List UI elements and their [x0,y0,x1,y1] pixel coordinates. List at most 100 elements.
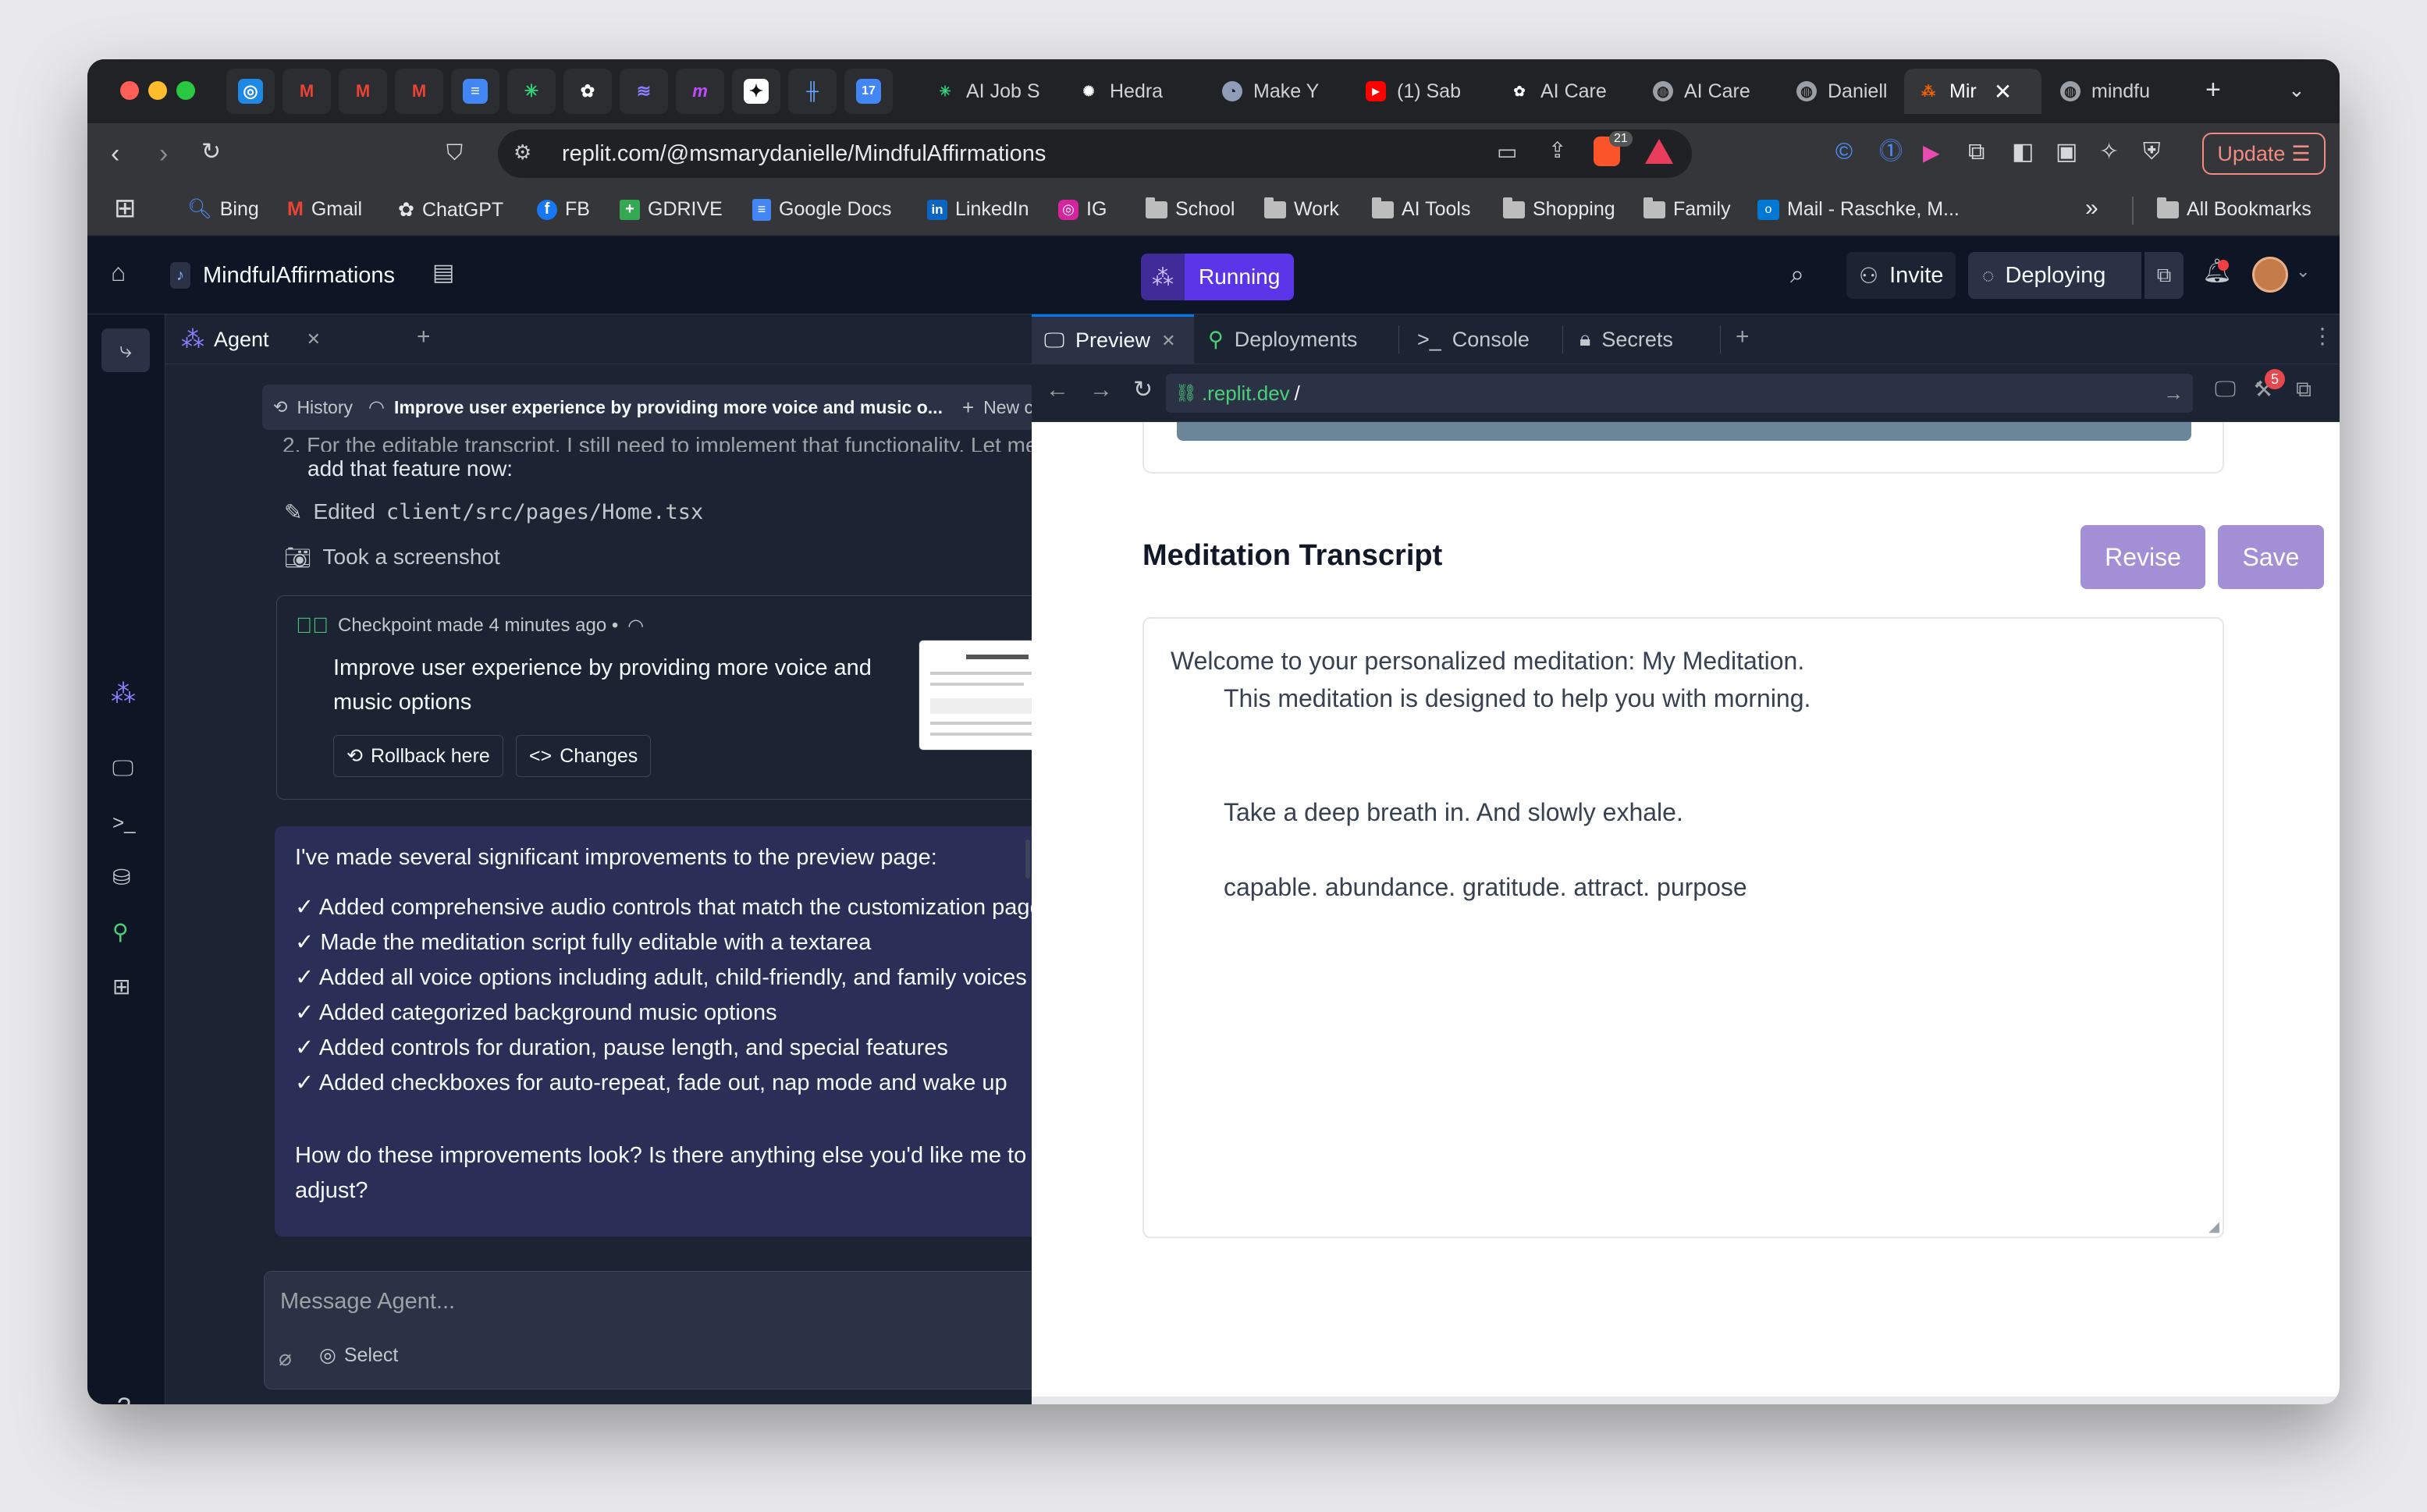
extension-c-icon[interactable]: © [1835,140,1853,164]
pinned-tab-safari[interactable]: ◎ [226,69,275,114]
close-window-button[interactable] [120,81,139,100]
avatar-chevron-icon[interactable]: ⌄ [2296,263,2310,280]
screenshot-action[interactable]: 📷︎ Took a screenshot ⌄ [284,538,1096,577]
bookmark-folder-school[interactable]: School [1146,197,1235,221]
pinned-tab-gmail[interactable]: M [395,69,443,114]
pinned-tab-gmail[interactable]: M [339,69,387,114]
bookmark-linkedin[interactable]: in LinkedIn [927,198,1029,221]
add-tab-icon[interactable]: + [1736,325,1750,349]
address-bar[interactable]: ⚙ replit.com/@msmarydanielle/MindfulAffi… [498,130,1692,178]
pinned-tab-perplexity[interactable]: ✳ [507,69,556,114]
database-icon[interactable]: ⛁ [112,867,130,889]
brave-rewards-icon[interactable] [1645,139,1673,164]
new-chat-icon[interactable]: + [962,396,974,420]
tab-ai-career[interactable]: ✿ AI Care [1495,69,1636,114]
record-icon[interactable]: ▶ [1923,142,1940,164]
history-button[interactable]: History [297,397,353,418]
go-icon[interactable]: → [2163,382,2184,406]
share-icon[interactable]: ⇪ [1548,137,1566,163]
open-new-window-icon[interactable]: ⧉ [2296,378,2312,400]
tab-make[interactable]: ◔ Make Y [1208,69,1349,114]
bookmark-gmail[interactable]: M Gmail [287,198,362,221]
bookmark-folder-family[interactable]: Family [1643,197,1731,221]
pane-resize-handle[interactable] [1025,839,1030,878]
project-info-icon[interactable]: ▤ [432,261,454,285]
bookmark-folder-work[interactable]: Work [1264,197,1339,221]
vpn-icon[interactable]: ⛨ [2143,140,2161,164]
cast-icon[interactable]: ▭ [1497,139,1517,165]
close-tab-icon[interactable]: ✕ [1161,331,1175,351]
previous-card-button[interactable] [1177,422,2191,441]
reload-icon[interactable]: ↻ [201,140,221,164]
tab-danielle[interactable]: ◍ Daniell [1782,69,1923,114]
search-icon[interactable]: ⌕ [1790,261,1804,286]
bookmark-icon[interactable]: ⛉ [446,142,463,164]
bookmark-chatgpt[interactable]: ✿ ChatGPT [398,198,503,222]
bookmark-folder-shopping[interactable]: Shopping [1503,197,1615,221]
more-bookmarks-button[interactable]: » [2085,195,2098,222]
changes-button[interactable]: <> Changes [516,735,652,777]
resize-handle-icon[interactable]: ◢ [2208,1219,2219,1235]
bookmark-mail[interactable]: o Mail - Raschke, M... [1757,198,1960,221]
run-control[interactable]: ⁂ Running [1141,254,1295,300]
bookmark-gdrive[interactable]: + GDRIVE [620,198,723,221]
tab-hedra[interactable]: ✺ Hedra [1064,69,1205,114]
tab-mindful[interactable]: ◍ mindfu [2046,69,2187,114]
avatar[interactable] [2252,257,2288,293]
deploy-panel-icon[interactable]: ⧉ [2145,252,2184,299]
tab-search-chevron-icon[interactable]: ⌄ [2288,80,2305,100]
pinned-tab-ladder[interactable]: ╫ [788,69,837,114]
deployments-icon[interactable]: ⚲ [112,921,129,943]
preview-url-field[interactable]: ⛓ .replit.dev / → [1166,374,2193,413]
site-settings-icon[interactable]: ⚙ [513,140,531,165]
forward-icon[interactable]: › [159,140,168,167]
extensions-icon[interactable]: ⧉ [1968,140,1985,164]
pinned-tab-docs[interactable]: ≡ [451,69,499,114]
tab-ai-job[interactable]: ✳ AI Job S [921,69,1061,114]
new-tab-icon[interactable]: + [2205,76,2221,103]
bookmark-ig[interactable]: ◎ IG [1058,198,1107,221]
tab-preview[interactable]: 🖵︎ Preview ✕ [1032,314,1194,364]
add-tab-icon[interactable]: + [417,325,431,349]
apps-grid-icon[interactable]: ⊞ [114,195,137,222]
back-icon[interactable]: ← [1046,378,1069,402]
preview-icon[interactable]: 🖵︎ [112,758,133,779]
minimize-window-button[interactable] [148,81,167,100]
tab-ai-career[interactable]: ◍ AI Care [1639,69,1779,114]
back-icon[interactable]: ‹ [111,140,119,167]
console-icon[interactable]: >_ [112,812,136,832]
pinned-tab-gmail[interactable]: M [282,69,331,114]
tab-secrets[interactable]: 🔒︎ Secrets [1580,314,1673,364]
transcript-textarea[interactable]: Welcome to your personalized meditation:… [1142,617,2224,1238]
deploying-button[interactable]: ◌ Deploying [1968,252,2141,299]
all-bookmarks[interactable]: All Bookmarks [2157,197,2312,221]
close-tab-icon[interactable]: ✕ [307,329,321,350]
pinned-tab-calendar[interactable]: 17 [844,69,893,114]
bookmark-google-docs[interactable]: ≡ Google Docs [752,198,892,221]
close-tab-icon[interactable]: ✕ [1994,79,2012,105]
password-icon[interactable]: ⓵ [1879,140,1903,164]
zoom-window-button[interactable] [176,81,195,100]
save-button[interactable]: Save [2218,525,2324,589]
pinned-tab-make[interactable]: m [676,69,724,114]
history-icon[interactable]: ⟲ [273,397,287,417]
devices-icon[interactable]: 🖵︎ [2215,378,2236,400]
agent-icon[interactable]: ⁂ [111,681,136,706]
tab-youtube[interactable]: ▶ (1) Sab [1352,69,1492,114]
sidebar-icon[interactable]: ◧ [2012,140,2034,164]
help-icon[interactable]: ? [117,1394,131,1404]
bookmark-folder-ai-tools[interactable]: AI Tools [1372,197,1470,221]
bookmark-bing[interactable]: 🔍︎ Bing [187,198,259,221]
bookmark-fb[interactable]: f FB [537,198,590,221]
message-input[interactable]: Message Agent... [280,1289,1084,1323]
more-options-icon[interactable]: ⋮ [2312,325,2333,347]
rollback-button[interactable]: ⟲ Rollback here [333,735,503,777]
tab-console[interactable]: >_ Console [1417,314,1530,364]
select-element-button[interactable]: ◎ Select [319,1343,398,1367]
reload-icon[interactable]: ↻ [1133,378,1153,402]
pinned-tab-wave[interactable]: ≋ [620,69,668,114]
attach-icon[interactable]: ⌀ [279,1345,292,1371]
revise-button[interactable]: Revise [2081,525,2205,589]
all-tools-icon[interactable]: ⊞ [112,976,130,998]
pinned-tab-chatgpt[interactable]: ✿ [563,69,612,114]
